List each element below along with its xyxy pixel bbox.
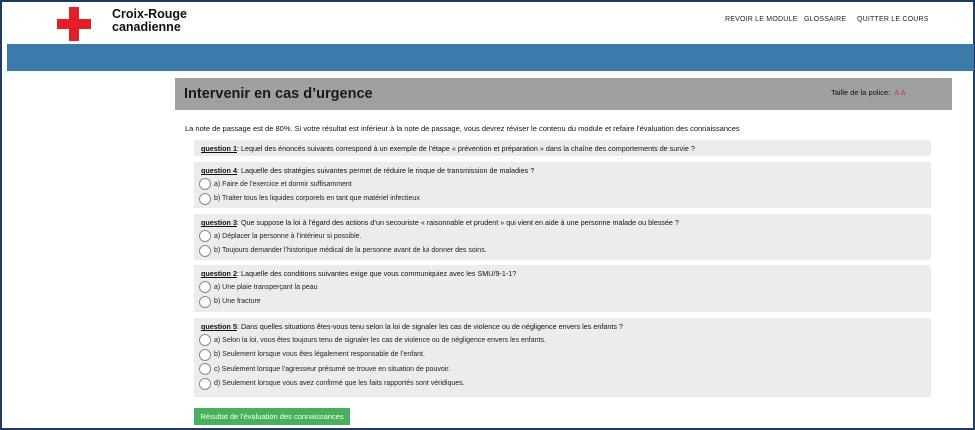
font-size-control: Taille de la police: A A [831,88,906,97]
question-text: question 3: Que suppose la loi à l’égard… [201,218,924,228]
radio-button[interactable] [199,377,211,390]
answer-label: b) Toujours demander l’historique médica… [214,247,487,254]
question-text: question 2: Laquelle des conditions suiv… [201,269,924,279]
question-label: question 5 [201,322,237,331]
answer-option[interactable]: c) Seulement lorsque l’agresseur présumé… [199,363,924,376]
question-text: question 5: Dans quelles situations êtes… [201,322,924,332]
answer-option[interactable]: d) Seulement lorsque vous avez confirmé … [199,377,924,390]
answer-option[interactable]: a) Déplacer la personne à l’intérieur si… [199,230,924,243]
answer-label: d) Seulement lorsque vous avez confirmé … [214,380,465,387]
answer-option[interactable]: b) Traiter tous les liquides corporels e… [199,192,924,205]
radio-button[interactable] [199,192,211,205]
answer-option[interactable]: a) Selon la loi, vous êtes toujours tenu… [199,334,924,347]
answer-label: a) Faire de l'exercice et dormir suffisa… [214,180,352,188]
answer-option[interactable]: b) Toujours demander l’historique médica… [199,244,924,257]
answer-label: b) Seulement lorsque vous êtes légalemen… [214,351,425,358]
question-text: question 1: Lequel des énoncés suivants … [201,144,924,154]
answer-label: b) Traiter tous les liquides corporels e… [214,195,420,202]
font-size-small-button[interactable]: A [894,88,899,97]
question-body: : Lequel des énoncés suivants correspond… [236,144,695,153]
radio-button[interactable] [199,295,211,308]
header: Croix-Rouge canadienne REVOIR LE MODULE … [2,2,973,42]
blue-banner [7,44,974,71]
nav-review-module[interactable]: REVOIR LE MODULE [725,16,797,23]
answer-label: a) Déplacer la personne à l’intérieur si… [214,232,362,240]
radio-button[interactable] [199,244,211,257]
question-card-1: question 1: Lequel des énoncés suivants … [194,140,931,156]
title-bar: Intervenir en cas d’urgence Taille de la… [175,78,952,110]
radio-button[interactable] [199,363,211,375]
radio-button[interactable] [199,348,211,361]
page-title: Intervenir en cas d’urgence [184,86,373,102]
question-card-3: question 3: Que suppose la loi à l’égard… [194,214,931,260]
answer-option[interactable]: a) Faire de l'exercice et dormir suffisa… [199,178,924,191]
question-text: question 4: Laquelle des stratégies suiv… [201,166,924,176]
question-body: : Laquelle des conditions suivantes exig… [236,269,517,278]
question-label: question 4 [201,166,237,175]
answer-option[interactable]: a) Une plaie transperçant la peau [199,281,924,294]
question-label: question 3 [201,218,237,227]
intro-text: La note de passage est de 80%. Si votre … [185,124,740,133]
radio-button[interactable] [199,178,211,190]
question-label: question 2 [201,269,237,278]
nav-quit-course[interactable]: QUITTER LE COURS [857,16,929,23]
red-cross-horizontal [57,19,91,29]
brand-line-2: canadienne [112,20,181,34]
font-size-label: Taille de la police: [831,88,891,97]
answer-option[interactable]: b) Une fracture [199,295,924,308]
radio-button[interactable] [199,334,211,346]
answer-label: a) Selon la loi, vous êtes toujours tenu… [214,336,546,344]
question-body: : Que suppose la loi à l’égard des actio… [236,218,679,227]
question-body: : Laquelle des stratégies suivantes perm… [236,166,535,175]
question-card-5: question 5: Dans quelles situations êtes… [194,318,931,397]
radio-button[interactable] [199,230,211,242]
radio-button[interactable] [199,281,211,293]
question-label: question 1 [201,144,237,153]
answer-label: a) Une plaie transperçant la peau [214,283,318,291]
nav-glossary[interactable]: GLOSSAIRE [804,16,846,23]
font-size-large-button[interactable]: A [901,88,906,97]
question-card-4: question 4: Laquelle des stratégies suiv… [194,162,931,208]
question-card-2: question 2: Laquelle des conditions suiv… [194,265,931,312]
answer-option[interactable]: b) Seulement lorsque vous êtes légalemen… [199,348,924,361]
question-body: : Dans quelles situations êtes-vous tenu… [236,322,623,331]
results-button[interactable]: Résultat de l'évaluation des connaissanc… [194,408,350,425]
answer-label: b) Une fracture [214,298,261,305]
brand-name: Croix-Rouge canadienne [112,8,187,34]
answer-label: c) Seulement lorsque l’agresseur présumé… [214,365,451,373]
